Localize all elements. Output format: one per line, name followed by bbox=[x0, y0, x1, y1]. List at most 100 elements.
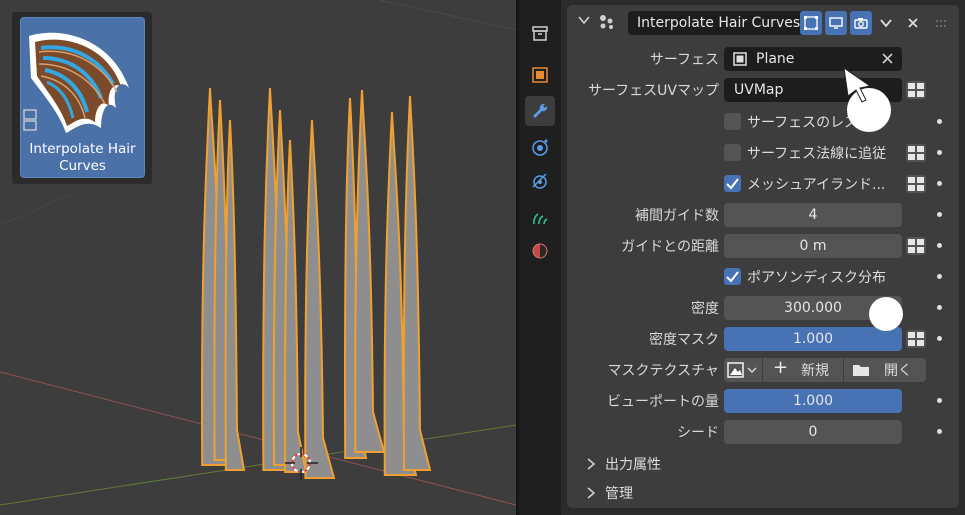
row-uvmap: サーフェスUVマップ UVMap bbox=[567, 78, 959, 102]
particles-icon bbox=[532, 139, 548, 156]
surface-value: Plane bbox=[756, 51, 795, 67]
chevron-right-icon bbox=[587, 487, 596, 499]
viewport-amount-label: ビューポートの量 bbox=[607, 394, 719, 410]
keyframe-dot-icon[interactable] bbox=[937, 336, 942, 341]
poisson-label: ポアソンディスク分布 bbox=[747, 270, 887, 286]
mesh-island-label: メッシュアイランド... bbox=[747, 177, 886, 193]
guides-label: 補間ガイド数 bbox=[635, 208, 719, 224]
row-guides: 補間ガイド数 4 bbox=[567, 203, 959, 227]
render-toggle[interactable] bbox=[850, 11, 872, 35]
open-image-button[interactable]: 開く bbox=[844, 358, 926, 382]
seed-field[interactable]: 0 bbox=[724, 420, 902, 444]
new-label: 新規 bbox=[801, 363, 829, 379]
object-square-icon bbox=[732, 51, 748, 71]
hair-strand[interactable] bbox=[284, 139, 308, 473]
keyframe-dot-icon[interactable] bbox=[937, 398, 942, 403]
attribute-toggle-icon[interactable] bbox=[905, 236, 927, 256]
hair-preview-icon bbox=[23, 32, 129, 133]
viewport-amount-field[interactable]: 1.000 bbox=[724, 389, 902, 413]
hair-strand[interactable] bbox=[402, 95, 432, 471]
physics-icon bbox=[532, 173, 547, 189]
keyframe-dot-icon[interactable] bbox=[937, 274, 942, 279]
mesh-island-checkbox[interactable] bbox=[724, 175, 741, 192]
pointer-arrow-icon bbox=[843, 66, 872, 103]
edit-mode-toggle[interactable] bbox=[800, 11, 822, 35]
object-icon bbox=[532, 67, 548, 83]
hair-strand[interactable] bbox=[224, 119, 246, 471]
modifier-menu-button[interactable] bbox=[875, 11, 897, 35]
follow-normal-checkbox[interactable] bbox=[724, 144, 741, 161]
geometry-nodes-icon bbox=[597, 13, 617, 35]
wrench-icon bbox=[533, 103, 548, 118]
row-distance: ガイドとの距離 0 m bbox=[567, 234, 959, 258]
edit-mode-icon bbox=[804, 16, 818, 30]
keyframe-dot-icon[interactable] bbox=[937, 119, 942, 124]
row-seed: シード 0 bbox=[567, 420, 959, 444]
distance-field[interactable]: 0 m bbox=[724, 234, 902, 258]
tab-particles[interactable] bbox=[525, 132, 555, 162]
tab-material[interactable] bbox=[525, 236, 555, 266]
tab-constraints[interactable] bbox=[525, 202, 555, 232]
surface-rest-checkbox[interactable] bbox=[724, 113, 741, 130]
mask-texture-label: マスクテクスチャ bbox=[607, 363, 719, 379]
attribute-toggle-icon[interactable] bbox=[905, 143, 927, 163]
row-density-mask: 密度マスク 1.000 bbox=[567, 327, 959, 351]
touch-cursor bbox=[869, 297, 903, 331]
density-mask-field[interactable]: 1.000 bbox=[724, 327, 902, 351]
open-label: 開く bbox=[884, 363, 912, 379]
node-group-thumbnail[interactable]: Interpolate Hair Curves bbox=[12, 12, 152, 184]
modifier-name-field[interactable]: Interpolate Hair Curves bbox=[628, 11, 806, 35]
properties-tabs bbox=[519, 0, 561, 515]
attribute-toggle-icon[interactable] bbox=[905, 329, 927, 349]
close-icon bbox=[908, 18, 918, 28]
follow-normal-label: サーフェス法線に追従 bbox=[747, 146, 887, 162]
output-attributes-label: 出力属性 bbox=[605, 457, 661, 473]
row-mesh-island: メッシュアイランド... bbox=[567, 172, 959, 196]
constraints-icon bbox=[533, 213, 548, 225]
hair-strand[interactable] bbox=[354, 89, 386, 453]
subpanel-output-attributes[interactable]: 出力属性 bbox=[585, 454, 661, 474]
keyframe-dot-icon[interactable] bbox=[937, 243, 942, 248]
density-mask-label: 密度マスク bbox=[649, 332, 719, 348]
keyframe-dot-icon[interactable] bbox=[937, 429, 942, 434]
hair-strand[interactable] bbox=[304, 119, 336, 479]
tab-object-data[interactable] bbox=[525, 18, 555, 48]
row-surface: サーフェス Plane bbox=[567, 47, 959, 71]
density-label: 密度 bbox=[691, 301, 719, 317]
new-image-button[interactable]: + 新規 bbox=[763, 357, 843, 382]
image-browse-button[interactable] bbox=[724, 358, 762, 382]
management-label: 管理 bbox=[605, 486, 633, 502]
hair-strands bbox=[200, 87, 432, 479]
modifier-panel: Interpolate Hair Curves サーフェス Plane サーフェ… bbox=[567, 5, 959, 508]
monitor-icon bbox=[829, 17, 843, 29]
keyframe-dot-icon[interactable] bbox=[937, 181, 942, 186]
tab-object[interactable] bbox=[525, 60, 555, 90]
asset-card[interactable]: Interpolate Hair Curves bbox=[20, 17, 145, 178]
row-poisson: ポアソンディスク分布 bbox=[567, 265, 959, 289]
3d-viewport[interactable]: Interpolate Hair Curves bbox=[0, 0, 516, 515]
poisson-checkbox[interactable] bbox=[724, 268, 741, 285]
keyframe-dot-icon[interactable] bbox=[937, 150, 942, 155]
distance-label: ガイドとの距離 bbox=[621, 239, 719, 255]
panel-collapse-chevron-icon[interactable] bbox=[577, 13, 591, 31]
object-data-icon bbox=[532, 26, 548, 41]
plus-icon: + bbox=[773, 357, 789, 378]
delete-modifier-button[interactable] bbox=[902, 11, 924, 35]
image-icon bbox=[727, 362, 757, 378]
attribute-toggle-icon[interactable] bbox=[905, 80, 927, 100]
folder-icon bbox=[853, 365, 869, 376]
viewport-display-toggle[interactable] bbox=[825, 11, 847, 35]
drag-handle-icon[interactable] bbox=[935, 17, 949, 33]
row-mask-texture: マスクテクスチャ + 新規 開く bbox=[567, 357, 959, 382]
subpanel-management[interactable]: 管理 bbox=[585, 483, 633, 503]
row-follow-normal: サーフェス法線に追従 bbox=[567, 141, 959, 165]
tab-modifiers[interactable] bbox=[525, 96, 555, 126]
keyframe-dot-icon[interactable] bbox=[937, 305, 942, 310]
clear-surface-icon[interactable] bbox=[881, 52, 894, 69]
uvmap-label: サーフェスUVマップ bbox=[588, 83, 719, 99]
tab-physics[interactable] bbox=[525, 166, 555, 196]
attribute-toggle-icon[interactable] bbox=[905, 174, 927, 194]
uvmap-value: UVMap bbox=[734, 82, 784, 98]
keyframe-dot-icon[interactable] bbox=[937, 212, 942, 217]
guides-field[interactable]: 4 bbox=[724, 203, 902, 227]
